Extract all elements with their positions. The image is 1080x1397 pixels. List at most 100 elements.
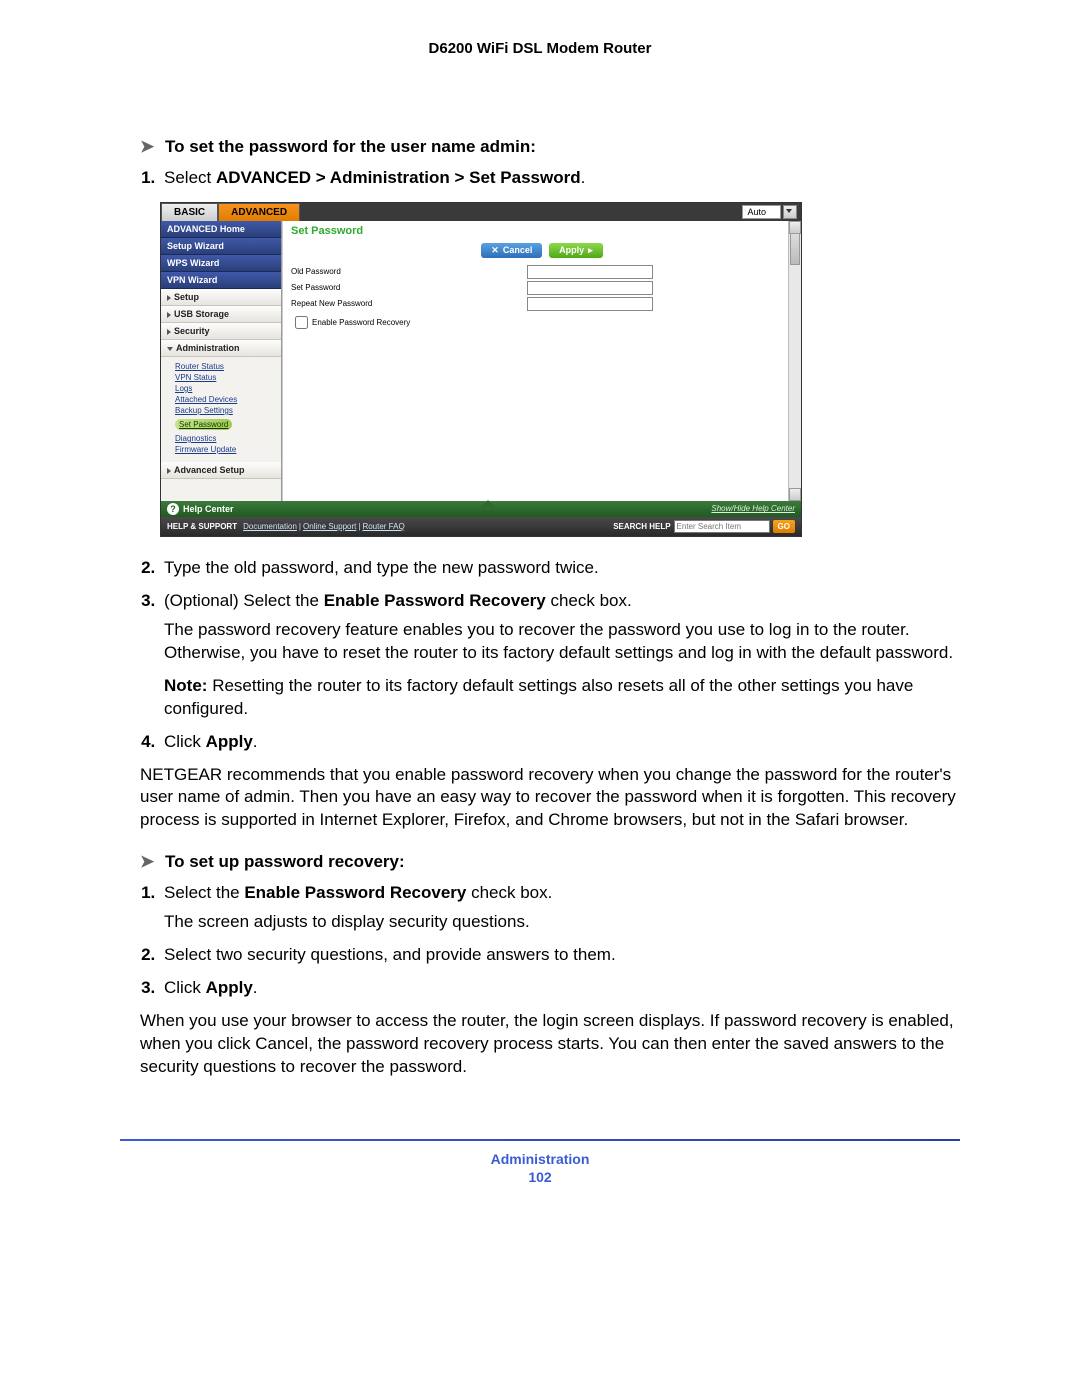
apply-button[interactable]: Apply▸: [549, 243, 603, 258]
step-text: Click: [164, 732, 206, 751]
chevron-icon: ➤: [140, 852, 154, 871]
footer-bar: HELP & SUPPORT Documentation | Online Su…: [161, 517, 801, 536]
caret-icon: [167, 329, 171, 335]
caret-icon: [167, 312, 171, 318]
sidebar-setup[interactable]: Setup: [161, 289, 281, 306]
task1-step3: (Optional) Select the Enable Password Re…: [160, 590, 960, 721]
sub-logs[interactable]: Logs: [175, 384, 279, 393]
sidebar-admin-sub: Router Status VPN Status Logs Attached D…: [161, 357, 281, 462]
sidebar-usb[interactable]: USB Storage: [161, 306, 281, 323]
content-title: Set Password: [283, 221, 801, 241]
task1-step4: Click Apply.: [160, 731, 960, 754]
sidebar-label: Advanced Setup: [174, 465, 245, 475]
sidebar-label: USB Storage: [174, 309, 229, 319]
help-support-label: HELP & SUPPORT: [167, 522, 237, 531]
label-set-password: Set Password: [291, 283, 421, 292]
chevron-icon: ➤: [140, 137, 154, 156]
sub-set-password[interactable]: Set Password: [175, 419, 232, 430]
sidebar: ADVANCED Home Setup Wizard WPS Wizard VP…: [161, 221, 282, 501]
sidebar-advanced-home[interactable]: ADVANCED Home: [161, 221, 281, 238]
task2-heading-text: To set up password recovery:: [165, 852, 405, 871]
button-row: ✕ Cancel Apply▸: [283, 243, 801, 258]
step-bold: Enable Password Recovery: [324, 591, 546, 610]
label-old-password: Old Password: [291, 267, 421, 276]
task1-heading: ➤ To set the password for the user name …: [140, 137, 960, 157]
language-select[interactable]: Auto: [742, 205, 781, 219]
step-bold: Enable Password Recovery: [244, 883, 466, 902]
help-center-bar[interactable]: ? Help Center Show/Hide Help Center: [161, 501, 801, 517]
help-center-label: Help Center: [183, 504, 234, 514]
sidebar-wps-wizard[interactable]: WPS Wizard: [161, 255, 281, 272]
caret-up-icon: [481, 500, 495, 507]
scrollbar-vertical[interactable]: [788, 221, 801, 501]
sub-backup[interactable]: Backup Settings: [175, 406, 279, 415]
router-body: ADVANCED Home Setup Wizard WPS Wizard VP…: [161, 221, 801, 501]
help-toggle-link[interactable]: Show/Hide Help Center: [711, 504, 795, 513]
doc-header-title: D6200 WiFi DSL Modem Router: [120, 40, 960, 57]
step-text: .: [253, 978, 258, 997]
sidebar-label: Setup: [174, 292, 199, 302]
step-text: check box.: [546, 591, 632, 610]
scroll-thumb[interactable]: [790, 233, 800, 265]
link-documentation[interactable]: Documentation: [243, 522, 297, 531]
sidebar-vpn-wizard[interactable]: VPN Wizard: [161, 272, 281, 289]
help-icon: ?: [167, 503, 179, 515]
row-enable-recovery: Enable Password Recovery: [283, 312, 801, 333]
sidebar-adv-setup[interactable]: Advanced Setup: [161, 462, 281, 479]
step-text: Select: [164, 168, 216, 187]
step-bold: Apply: [206, 978, 253, 997]
footer-section: Administration: [120, 1151, 960, 1167]
tabs-row: BASIC ADVANCED Auto: [161, 203, 801, 221]
content-pane: Set Password ✕ Cancel Apply▸ Old Password…: [282, 221, 801, 501]
document-page: D6200 WiFi DSL Modem Router ➤ To set the…: [0, 0, 1080, 1215]
sidebar-administration[interactable]: Administration: [161, 340, 281, 357]
sub-attached[interactable]: Attached Devices: [175, 395, 279, 404]
input-repeat-password[interactable]: [527, 297, 653, 311]
cancel-button[interactable]: ✕ Cancel: [481, 243, 542, 258]
sub-firmware[interactable]: Firmware Update: [175, 445, 279, 454]
close-icon: ✕: [491, 245, 499, 255]
label-enable-recovery: Enable Password Recovery: [312, 318, 410, 327]
sub-router-status[interactable]: Router Status: [175, 362, 279, 371]
sidebar-label: Security: [174, 326, 210, 336]
input-old-password[interactable]: [527, 265, 653, 279]
note-label: Note:: [164, 676, 207, 695]
arrow-right-icon: ▸: [588, 245, 593, 255]
row-old-password: Old Password: [283, 264, 801, 280]
label-repeat-password: Repeat New Password: [291, 299, 421, 308]
checkbox-enable-recovery[interactable]: [295, 316, 308, 329]
go-button[interactable]: GO: [773, 520, 795, 533]
step-text: Click: [164, 978, 206, 997]
task1-after-paragraph: NETGEAR recommends that you enable passw…: [140, 764, 960, 833]
search-help-input[interactable]: [674, 520, 770, 533]
note-text: Resetting the router to its factory defa…: [164, 676, 913, 718]
sidebar-security[interactable]: Security: [161, 323, 281, 340]
input-set-password[interactable]: [527, 281, 653, 295]
task2-step1: Select the Enable Password Recovery chec…: [160, 882, 960, 934]
row-repeat-password: Repeat New Password: [283, 296, 801, 312]
sidebar-setup-wizard[interactable]: Setup Wizard: [161, 238, 281, 255]
tab-basic[interactable]: BASIC: [161, 203, 218, 223]
chevron-down-icon[interactable]: [783, 205, 797, 219]
step-text: Select the: [164, 883, 244, 902]
task2-steps: Select the Enable Password Recovery chec…: [160, 882, 960, 1000]
page-rule: [120, 1139, 960, 1141]
task1-step1: Select ADVANCED > Administration > Set P…: [160, 167, 960, 190]
tab-advanced[interactable]: ADVANCED: [218, 203, 300, 223]
task2-after-paragraph: When you use your browser to access the …: [140, 1010, 960, 1079]
link-router-faq[interactable]: Router FAQ: [362, 522, 404, 531]
step-text: check box.: [466, 883, 552, 902]
scroll-down-icon[interactable]: [789, 488, 801, 501]
link-online-support[interactable]: Online Support: [303, 522, 356, 531]
step-bold: ADVANCED > Administration > Set Password: [216, 168, 581, 187]
tabs-right: Auto: [742, 203, 801, 221]
task1-steps-cont: Type the old password, and type the new …: [160, 557, 960, 754]
task2-step1-body: The screen adjusts to display security q…: [164, 911, 960, 934]
task1-step3-body: The password recovery feature enables yo…: [164, 619, 960, 665]
step-bold: Apply: [206, 732, 253, 751]
sub-vpn-status[interactable]: VPN Status: [175, 373, 279, 382]
sub-diagnostics[interactable]: Diagnostics: [175, 434, 279, 443]
task1-step2: Type the old password, and type the new …: [160, 557, 960, 580]
task1-steps: Select ADVANCED > Administration > Set P…: [160, 167, 960, 190]
btn-label: Cancel: [503, 245, 533, 255]
